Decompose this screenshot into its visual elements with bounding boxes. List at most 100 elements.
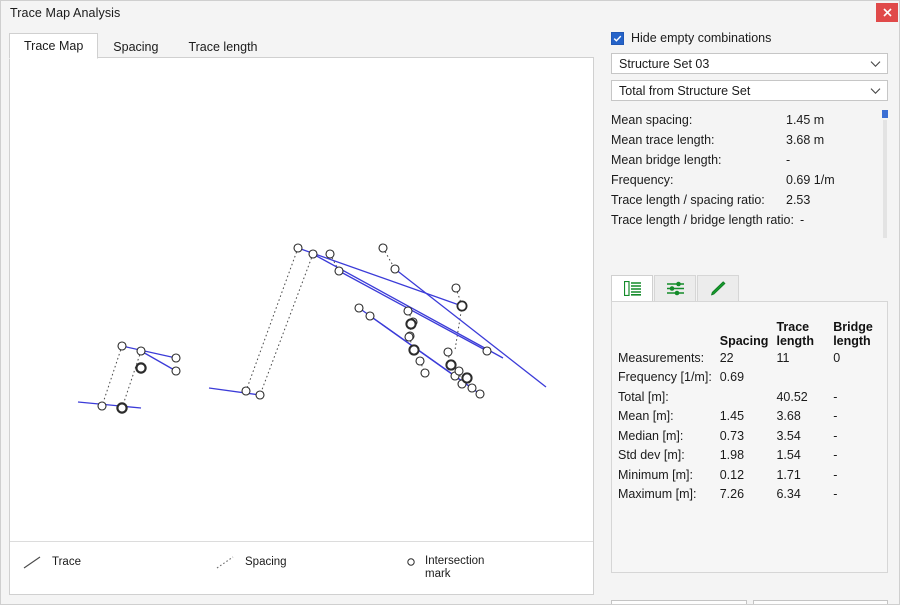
table-row: Median [m]: 0.73 3.54 - — [612, 426, 887, 446]
summary-row: Frequency: 0.69 1/m — [611, 170, 888, 190]
tab-trace-map-label: Trace Map — [24, 39, 83, 53]
trace-map-panel[interactable]: Trace Spacing Intersection mark — [9, 57, 594, 595]
row-label: Frequency [1/m]: — [612, 370, 720, 384]
tab-trace-map[interactable]: Trace Map — [9, 33, 98, 59]
summary-scrollbar-track[interactable] — [883, 120, 887, 238]
tab-strip: Trace Map Spacing Trace length — [1, 25, 601, 58]
print-button[interactable]: Print — [611, 600, 747, 605]
row-spacing: 0.73 — [720, 429, 777, 443]
hide-empty-combinations-checkbox[interactable] — [611, 32, 624, 45]
header-spacing: Spacing — [720, 334, 777, 348]
title-bar: Trace Map Analysis — [1, 1, 900, 25]
legend-label-spacing: Spacing — [245, 556, 287, 569]
map-legend: Trace Spacing Intersection mark — [10, 542, 593, 594]
summary-row: Mean spacing: 1.45 m — [611, 110, 888, 130]
summary-key: Mean trace length: — [611, 133, 786, 147]
right-panel: Hide empty combinations Structure Set 03… — [602, 29, 897, 599]
tab-table-view[interactable] — [611, 275, 653, 301]
summary-row: Trace length / bridge length ratio: - — [611, 210, 888, 230]
summary-row: Mean bridge length: - — [611, 150, 888, 170]
row-bridge: - — [833, 390, 887, 404]
summary-value: 1.45 m — [786, 113, 824, 127]
result-view-tabs — [611, 275, 888, 301]
chevron-down-icon — [870, 60, 881, 68]
export-button[interactable]: Export — [753, 600, 889, 605]
header-bridge-length: Bridge length — [833, 320, 887, 348]
row-spacing: 0.12 — [720, 468, 777, 482]
results-table-header: Spacing Trace length Bridge length — [612, 310, 887, 348]
legend-item-spacing: Spacing — [215, 556, 287, 570]
tab-spacing-label: Spacing — [113, 40, 158, 54]
intersection-marks — [98, 244, 491, 413]
tab-spacing[interactable]: Spacing — [98, 33, 173, 59]
summary-key: Trace length / spacing ratio: — [611, 193, 786, 207]
row-trace: 11 — [776, 351, 833, 365]
summary-key: Mean bridge length: — [611, 153, 786, 167]
intersection-circle-icon — [405, 555, 421, 569]
tab-trace-length[interactable]: Trace length — [173, 33, 272, 59]
row-trace: 1.71 — [776, 468, 833, 482]
row-label: Minimum [m]: — [612, 468, 720, 482]
close-icon — [883, 8, 892, 17]
row-spacing: 7.26 — [720, 487, 777, 501]
row-bridge: - — [833, 409, 887, 423]
row-label: Total [m]: — [612, 390, 720, 404]
row-bridge: - — [833, 429, 887, 443]
table-row: Frequency [1/m]: 0.69 — [612, 368, 887, 388]
legend-item-intersection: Intersection mark — [405, 555, 484, 581]
row-bridge: - — [833, 487, 887, 501]
table-row: Minimum [m]: 0.12 1.71 - — [612, 465, 887, 485]
summary-key: Mean spacing: — [611, 113, 786, 127]
tab-edit-view[interactable] — [697, 275, 739, 301]
table-row: Mean [m]: 1.45 3.68 - — [612, 407, 887, 427]
results-table: Spacing Trace length Bridge length Measu… — [611, 301, 888, 573]
summary-row: Mean trace length: 3.68 m — [611, 130, 888, 150]
row-label: Std dev [m]: — [612, 448, 720, 462]
pencil-icon — [709, 281, 727, 297]
aggregation-select[interactable]: Total from Structure Set — [611, 80, 888, 101]
summary-stats-list: Mean spacing: 1.45 m Mean trace length: … — [611, 110, 888, 242]
chevron-down-icon — [870, 87, 881, 95]
spacing-dotted-line-icon — [215, 556, 239, 570]
action-buttons: Print Export — [611, 600, 888, 605]
window-title: Trace Map Analysis — [1, 6, 120, 20]
trace-map-analysis-window: Trace Map Analysis Trace Map Spacing Tra… — [0, 0, 900, 605]
legend-label-trace: Trace — [52, 556, 81, 569]
row-bridge: - — [833, 468, 887, 482]
table-row: Measurements: 22 11 0 — [612, 348, 887, 368]
row-label: Mean [m]: — [612, 409, 720, 423]
trace-line-icon — [22, 556, 46, 570]
summary-scrollbar[interactable] — [882, 110, 888, 242]
trace-lines — [78, 248, 546, 408]
summary-row: Trace length / spacing ratio: 2.53 — [611, 190, 888, 210]
legend-item-trace: Trace — [22, 556, 81, 570]
summary-key: Trace length / bridge length ratio: — [611, 213, 794, 227]
row-label: Maximum [m]: — [612, 487, 720, 501]
table-list-icon — [624, 281, 641, 296]
structure-set-select[interactable]: Structure Set 03 — [611, 53, 888, 74]
hide-empty-combinations-row[interactable]: Hide empty combinations — [602, 29, 897, 47]
summary-value: 0.69 1/m — [786, 173, 835, 187]
row-bridge: 0 — [833, 351, 887, 365]
header-trace-length: Trace length — [776, 320, 833, 348]
legend-label-intersection: Intersection mark — [425, 555, 484, 581]
row-bridge: - — [833, 448, 887, 462]
structure-set-value: Structure Set 03 — [619, 57, 870, 71]
summary-value: - — [800, 213, 804, 227]
row-trace: 3.68 — [776, 409, 833, 423]
row-label: Measurements: — [612, 351, 720, 365]
summary-scrollbar-thumb[interactable] — [882, 110, 888, 118]
sliders-icon — [667, 281, 684, 296]
summary-key: Frequency: — [611, 173, 786, 187]
table-row: Total [m]: 40.52 - — [612, 387, 887, 407]
row-trace: 1.54 — [776, 448, 833, 462]
trace-map-canvas[interactable] — [10, 58, 593, 541]
tab-settings-view[interactable] — [654, 275, 696, 301]
row-spacing: 1.45 — [720, 409, 777, 423]
summary-value: 3.68 m — [786, 133, 824, 147]
checkmark-icon — [613, 34, 622, 43]
close-button[interactable] — [876, 3, 898, 22]
hide-empty-combinations-label: Hide empty combinations — [631, 31, 771, 45]
row-trace: 40.52 — [776, 390, 833, 404]
row-spacing: 0.69 — [720, 370, 777, 384]
